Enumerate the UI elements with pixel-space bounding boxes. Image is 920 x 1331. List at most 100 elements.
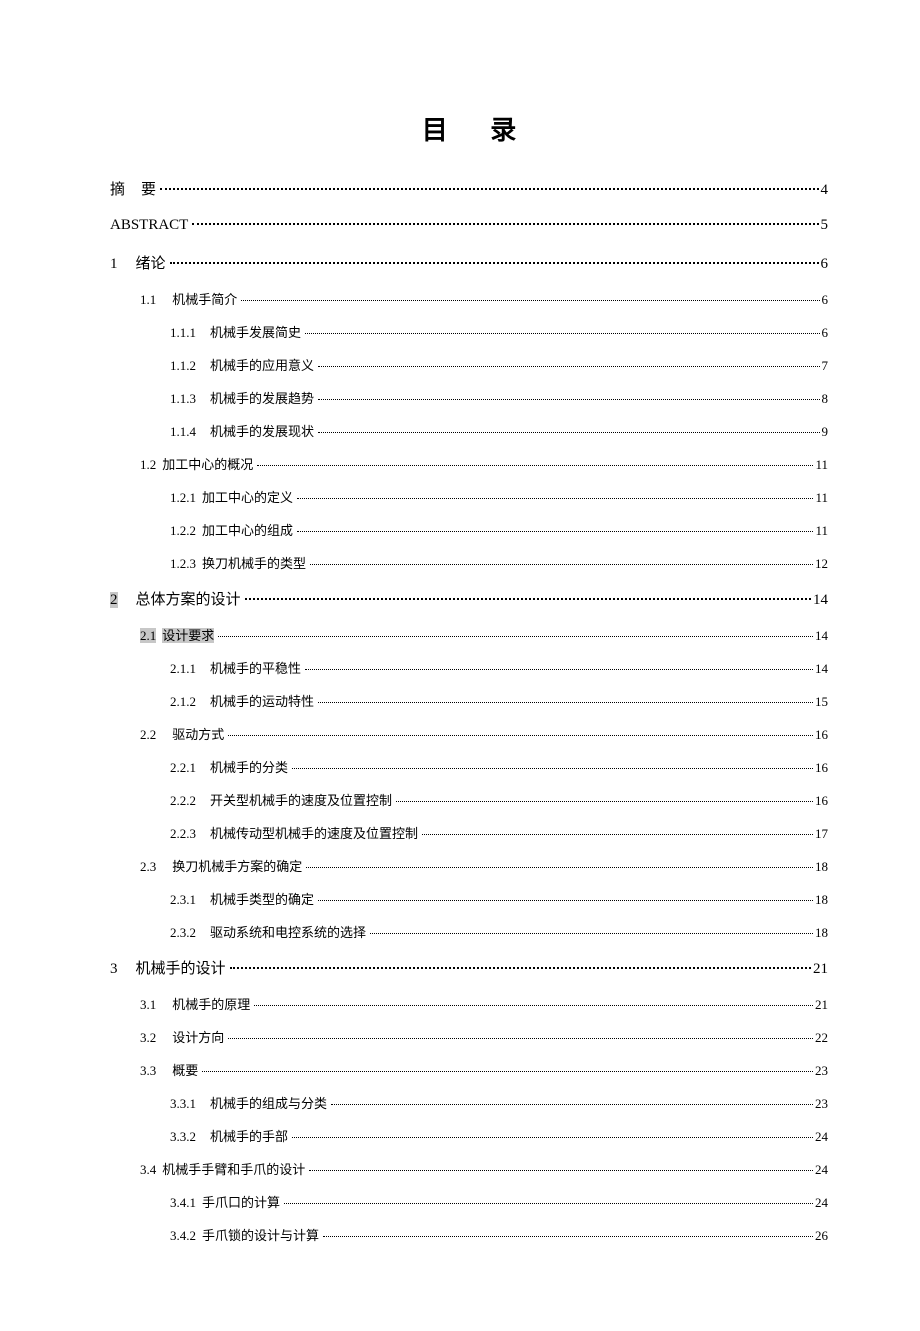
toc-number: 1.2 bbox=[140, 457, 156, 472]
toc-page: 17 bbox=[815, 826, 828, 842]
toc-leader bbox=[396, 801, 813, 802]
toc-page: 24 bbox=[815, 1195, 828, 1211]
toc-label: 1.1机械手简介 bbox=[140, 289, 237, 308]
toc-label: 3.3.2机械手的手部 bbox=[170, 1126, 288, 1145]
toc-page: 11 bbox=[815, 490, 828, 506]
toc-text: 手爪口的计算 bbox=[202, 1195, 280, 1210]
toc-page: 21 bbox=[813, 961, 828, 978]
toc-page: 14 bbox=[815, 628, 828, 644]
toc-label: 2.3 换刀机械手方案的确定 bbox=[140, 856, 302, 875]
toc-leader bbox=[370, 933, 813, 934]
toc-entry: 1.2加工中心的概况 11 bbox=[140, 447, 828, 480]
toc-number: 1.2.1 bbox=[170, 490, 196, 505]
toc-label: 3机械手的设计 bbox=[110, 957, 226, 978]
toc-leader bbox=[170, 262, 819, 264]
toc-label: 1.2加工中心的概况 bbox=[140, 454, 253, 473]
toc-page: 24 bbox=[815, 1162, 828, 1178]
toc-number: 1.1 bbox=[140, 292, 156, 307]
toc-label: 摘要 bbox=[110, 178, 156, 199]
toc-page: 5 bbox=[821, 217, 829, 234]
toc-label: 2.3.2驱动系统和电控系统的选择 bbox=[170, 922, 366, 941]
toc-text: 机械手的组成与分类 bbox=[210, 1096, 327, 1111]
toc-leader bbox=[284, 1203, 813, 1204]
toc-label: 3.1机械手的原理 bbox=[140, 994, 250, 1013]
toc-entry: 3.4.1 手爪口的计算 24 bbox=[170, 1185, 828, 1218]
toc-number: 1.1.2 bbox=[170, 358, 196, 373]
toc-entry: 1.1机械手简介6 bbox=[140, 282, 828, 315]
toc-label: 3.2设计方向 bbox=[140, 1027, 224, 1046]
toc-leader bbox=[230, 967, 811, 969]
toc-text: 加工中心的组成 bbox=[202, 523, 293, 538]
toc-entry: 3.3.2机械手的手部 24 bbox=[170, 1119, 828, 1152]
toc-number: 1.2.2 bbox=[170, 523, 196, 538]
toc-label: 3.3.1机械手的组成与分类 bbox=[170, 1093, 327, 1112]
toc-leader bbox=[318, 399, 819, 400]
toc-page: 12 bbox=[815, 556, 828, 572]
toc-leader bbox=[331, 1104, 813, 1105]
toc-leader bbox=[218, 636, 813, 637]
toc-leader bbox=[245, 598, 811, 600]
toc-text: 机械手的发展趋势 bbox=[210, 391, 314, 406]
toc-leader bbox=[160, 188, 818, 190]
toc-entry: 2.3.2驱动系统和电控系统的选择 18 bbox=[170, 915, 828, 948]
toc-label: ABSTRACT bbox=[110, 217, 188, 234]
toc-text: 总体方案的设计 bbox=[136, 592, 241, 608]
toc-text: 机械手的运动特性 bbox=[210, 694, 314, 709]
toc-page: 16 bbox=[815, 760, 828, 776]
toc-label: 2.2.3 机械传动型机械手的速度及位置控制 bbox=[170, 823, 418, 842]
toc-leader bbox=[318, 432, 819, 433]
toc-text: 换刀机械手方案的确定 bbox=[172, 859, 302, 874]
toc-text: 机械手的应用意义 bbox=[210, 358, 314, 373]
toc-entry: 1.1.1机械手发展简史6 bbox=[170, 315, 828, 348]
toc-leader bbox=[241, 300, 819, 301]
toc-label: 2.2驱动方式 bbox=[140, 724, 224, 743]
toc-number: 3 bbox=[110, 961, 118, 977]
toc-entry: 2总体方案的设计14 bbox=[110, 579, 828, 618]
toc-page: 6 bbox=[821, 256, 829, 273]
toc-number: 2.2.2 bbox=[170, 793, 196, 808]
toc-leader bbox=[323, 1236, 813, 1237]
toc-label: 1.2.2 加工中心的组成 bbox=[170, 520, 293, 539]
toc-entry: 2.2驱动方式16 bbox=[140, 717, 828, 750]
page-title: 目 录 bbox=[110, 110, 828, 147]
toc-page: 11 bbox=[815, 457, 828, 473]
toc-page: 24 bbox=[815, 1129, 828, 1145]
toc-label: 1.2.1加工中心的定义 bbox=[170, 487, 293, 506]
toc-label: 1.1.3机械手的发展趋势 bbox=[170, 388, 314, 407]
toc-entry: 1.2.1加工中心的定义 11 bbox=[170, 480, 828, 513]
toc-page: 14 bbox=[813, 592, 828, 609]
toc-text: 机械传动型机械手的速度及位置控制 bbox=[210, 826, 418, 841]
toc-number: 1 bbox=[110, 256, 118, 272]
toc-number: 2.1.1 bbox=[170, 661, 196, 676]
toc-entry: 2.3.1机械手类型的确定18 bbox=[170, 882, 828, 915]
toc-leader bbox=[422, 834, 813, 835]
toc-page: 18 bbox=[815, 925, 828, 941]
toc-entry: 摘要4 bbox=[110, 169, 828, 208]
toc-label: 2.1.2机械手的运动特性 bbox=[170, 691, 314, 710]
toc-entry: 1绪论6 bbox=[110, 243, 828, 282]
toc-entry: 3.2设计方向 22 bbox=[140, 1020, 828, 1053]
toc-text: 换刀机械手的类型 bbox=[202, 556, 306, 571]
toc-entry: 2.2.3 机械传动型机械手的速度及位置控制 17 bbox=[170, 816, 828, 849]
toc-entry: 2.1.2机械手的运动特性 15 bbox=[170, 684, 828, 717]
toc-page: 22 bbox=[815, 1030, 828, 1046]
toc-text: 要 bbox=[141, 182, 156, 198]
toc-leader bbox=[257, 465, 813, 466]
toc-entry: 3.3.1机械手的组成与分类23 bbox=[170, 1086, 828, 1119]
toc-number: 2.1 bbox=[140, 628, 156, 643]
toc-page: 15 bbox=[815, 694, 828, 710]
toc-text: 机械手发展简史 bbox=[210, 325, 301, 340]
toc-text: 概要 bbox=[172, 1063, 198, 1078]
toc-text: 机械手的分类 bbox=[210, 760, 288, 775]
toc-number: 3.4.1 bbox=[170, 1195, 196, 1210]
toc-label: 2.1设计要求 bbox=[140, 625, 214, 644]
toc-entry: 2.2.2开关型机械手的速度及位置控制16 bbox=[170, 783, 828, 816]
toc-leader bbox=[318, 366, 819, 367]
toc-number: 2.3 bbox=[140, 859, 156, 874]
toc-number: 2.2.3 bbox=[170, 826, 196, 841]
toc-page: 6 bbox=[822, 325, 829, 341]
toc-text: ABSTRACT bbox=[110, 217, 188, 233]
toc-text: 驱动系统和电控系统的选择 bbox=[210, 925, 366, 940]
toc-entry: 1.1.2机械手的应用意义7 bbox=[170, 348, 828, 381]
toc-leader bbox=[318, 702, 813, 703]
